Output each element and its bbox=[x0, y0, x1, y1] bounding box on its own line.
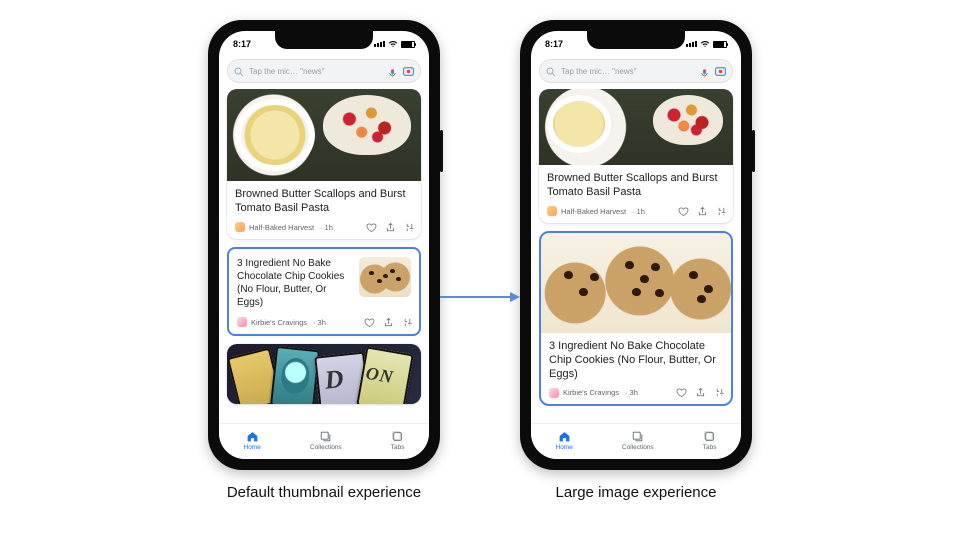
card-source: Kirbie's Cravings bbox=[563, 388, 619, 397]
card-age: 1h bbox=[630, 207, 645, 216]
nav-label: Tabs bbox=[703, 444, 717, 451]
nav-tabs[interactable]: Tabs bbox=[703, 430, 717, 451]
heart-icon[interactable] bbox=[366, 222, 377, 233]
status-icons bbox=[686, 40, 727, 48]
card-hero-image bbox=[539, 89, 733, 165]
card-title: 3 Ingredient No Bake Chocolate Chip Cook… bbox=[237, 257, 351, 309]
source-avatar-icon bbox=[235, 222, 245, 232]
source-avatar-icon bbox=[237, 317, 247, 327]
card-meta: Kirbie's Cravings 3h bbox=[541, 385, 731, 404]
nav-collections[interactable]: Collections bbox=[622, 430, 654, 451]
home-icon bbox=[246, 430, 259, 443]
wifi-icon bbox=[388, 40, 398, 48]
lens-icon[interactable] bbox=[714, 65, 727, 78]
share-icon[interactable] bbox=[385, 222, 396, 233]
nav-home[interactable]: Home bbox=[556, 430, 573, 451]
card-age: 1h bbox=[318, 223, 333, 232]
feed-card-pasta[interactable]: Browned Butter Scallops and Burst Tomato… bbox=[539, 89, 733, 223]
left-column: 8:17 Tap the mic… "news" bbox=[208, 20, 440, 501]
mic-icon[interactable] bbox=[387, 66, 398, 77]
nav-label: Collections bbox=[622, 444, 654, 451]
tabs-icon bbox=[703, 430, 716, 443]
battery-icon bbox=[401, 41, 415, 48]
transition-arrow-icon bbox=[440, 290, 520, 292]
phone-screen-left: 8:17 Tap the mic… "news" bbox=[219, 31, 429, 459]
share-icon[interactable] bbox=[695, 387, 706, 398]
phone-frame-left: 8:17 Tap the mic… "news" bbox=[208, 20, 440, 470]
signal-icon bbox=[374, 41, 385, 47]
lens-icon[interactable] bbox=[402, 65, 415, 78]
battery-icon bbox=[713, 41, 727, 48]
home-icon bbox=[558, 430, 571, 443]
card-age: 3h bbox=[623, 388, 638, 397]
feed-card-partial[interactable] bbox=[227, 344, 421, 404]
status-time: 8:17 bbox=[545, 39, 563, 49]
bottom-nav: Home Collections Tabs bbox=[531, 423, 741, 459]
nav-home[interactable]: Home bbox=[244, 430, 261, 451]
card-meta: Kirbie's Cravings 3h bbox=[229, 317, 419, 334]
heart-icon[interactable] bbox=[364, 317, 375, 328]
feed[interactable]: Browned Butter Scallops and Burst Tomato… bbox=[219, 89, 429, 423]
heart-icon[interactable] bbox=[678, 206, 689, 217]
search-bar[interactable]: Tap the mic… "news" bbox=[539, 59, 733, 83]
phone-frame-right: 8:17 Tap the mic… "news" bbox=[520, 20, 752, 470]
status-icons bbox=[374, 40, 415, 48]
card-source: Half-Baked Harvest bbox=[249, 223, 314, 232]
feed-card-pasta[interactable]: Browned Butter Scallops and Burst Tomato… bbox=[227, 89, 421, 239]
nav-tabs[interactable]: Tabs bbox=[391, 430, 405, 451]
caption-left: Default thumbnail experience bbox=[227, 484, 421, 501]
wifi-icon bbox=[700, 40, 710, 48]
card-age: 3h bbox=[311, 318, 326, 327]
source-avatar-icon bbox=[549, 388, 559, 398]
card-meta: Half-Baked Harvest 1h bbox=[539, 204, 733, 223]
search-icon bbox=[545, 65, 557, 77]
card-hero-image bbox=[227, 344, 421, 404]
signal-icon bbox=[686, 41, 697, 47]
share-icon[interactable] bbox=[697, 206, 708, 217]
tune-icon[interactable] bbox=[716, 206, 727, 217]
notch bbox=[275, 31, 373, 49]
card-thumbnail bbox=[359, 257, 411, 297]
mic-icon[interactable] bbox=[699, 66, 710, 77]
caption-right: Large image experience bbox=[556, 484, 717, 501]
search-icon bbox=[233, 65, 245, 77]
feed[interactable]: Browned Butter Scallops and Burst Tomato… bbox=[531, 89, 741, 423]
notch bbox=[587, 31, 685, 49]
card-title: 3 Ingredient No Bake Chocolate Chip Cook… bbox=[541, 333, 731, 386]
search-placeholder: Tap the mic… "news" bbox=[249, 67, 383, 76]
highlight-box-thumbnail: 3 Ingredient No Bake Chocolate Chip Cook… bbox=[227, 247, 421, 336]
tune-icon[interactable] bbox=[404, 222, 415, 233]
nav-label: Tabs bbox=[391, 444, 405, 451]
status-time: 8:17 bbox=[233, 39, 251, 49]
card-meta: Half-Baked Harvest 1h bbox=[227, 220, 421, 239]
tune-icon[interactable] bbox=[402, 317, 413, 328]
card-title: Browned Butter Scallops and Burst Tomato… bbox=[539, 165, 733, 204]
share-icon[interactable] bbox=[383, 317, 394, 328]
feed-card-cookies-thumb[interactable]: 3 Ingredient No Bake Chocolate Chip Cook… bbox=[229, 249, 419, 334]
nav-label: Home bbox=[244, 444, 261, 451]
card-hero-image bbox=[227, 89, 421, 181]
tune-icon[interactable] bbox=[714, 387, 725, 398]
comparison-stage: 8:17 Tap the mic… "news" bbox=[0, 0, 960, 501]
collections-icon bbox=[631, 430, 644, 443]
highlight-box-large: 3 Ingredient No Bake Chocolate Chip Cook… bbox=[539, 231, 733, 407]
nav-collections[interactable]: Collections bbox=[310, 430, 342, 451]
tabs-icon bbox=[391, 430, 404, 443]
card-hero-image bbox=[541, 233, 731, 333]
heart-icon[interactable] bbox=[676, 387, 687, 398]
nav-label: Home bbox=[556, 444, 573, 451]
nav-label: Collections bbox=[310, 444, 342, 451]
right-column: 8:17 Tap the mic… "news" bbox=[520, 20, 752, 501]
card-title: Browned Butter Scallops and Burst Tomato… bbox=[227, 181, 421, 220]
feed-card-cookies-large[interactable]: 3 Ingredient No Bake Chocolate Chip Cook… bbox=[541, 233, 731, 405]
search-placeholder: Tap the mic… "news" bbox=[561, 67, 695, 76]
bottom-nav: Home Collections Tabs bbox=[219, 423, 429, 459]
phone-screen-right: 8:17 Tap the mic… "news" bbox=[531, 31, 741, 459]
card-source: Kirbie's Cravings bbox=[251, 318, 307, 327]
card-source: Half-Baked Harvest bbox=[561, 207, 626, 216]
source-avatar-icon bbox=[547, 206, 557, 216]
search-bar[interactable]: Tap the mic… "news" bbox=[227, 59, 421, 83]
collections-icon bbox=[319, 430, 332, 443]
